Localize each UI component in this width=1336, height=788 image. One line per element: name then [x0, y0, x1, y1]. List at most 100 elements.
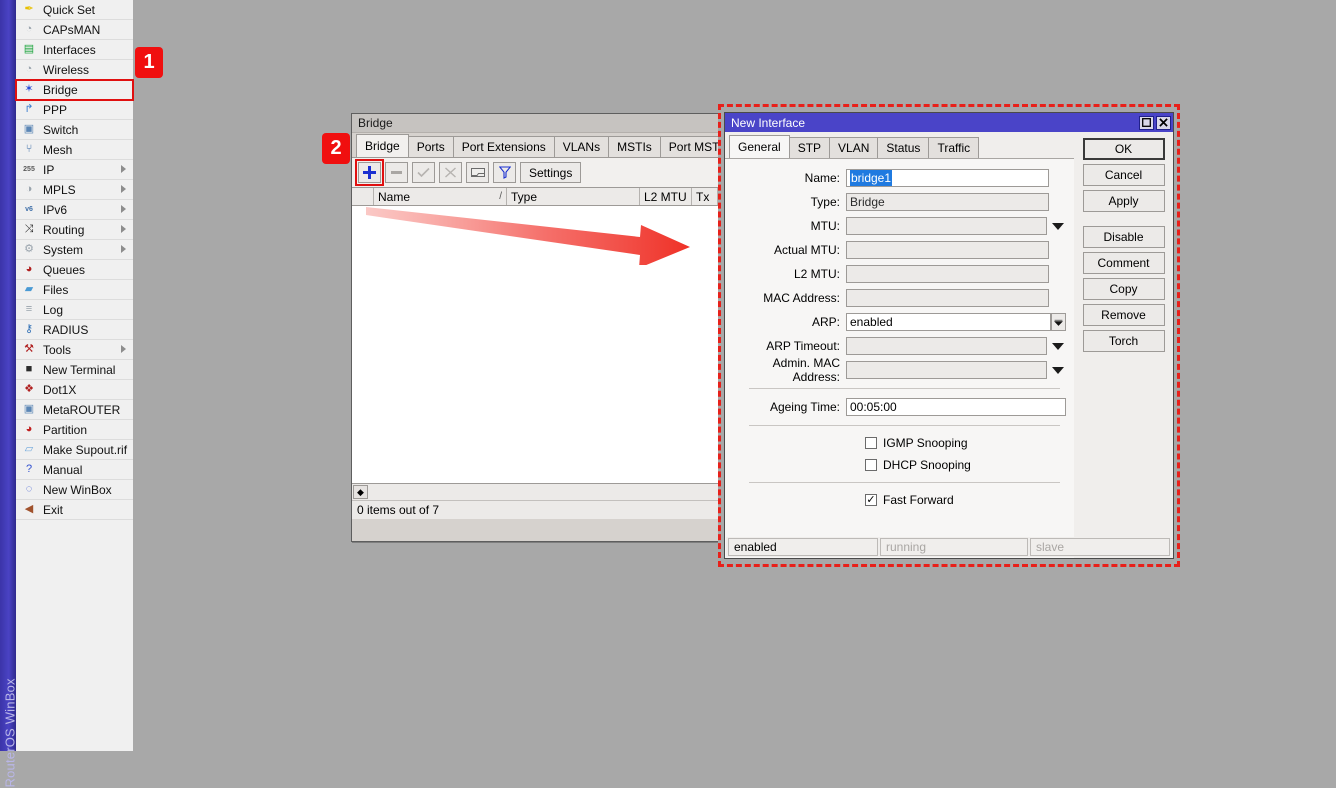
switch-icon: ▣ — [21, 122, 37, 138]
sidebar-item-metarouter[interactable]: ▣MetaROUTER — [16, 400, 133, 420]
sidebar-item-system[interactable]: ⚙System — [16, 240, 133, 260]
mtu-input[interactable] — [846, 217, 1047, 235]
sidebar-item-quick-set[interactable]: ✒Quick Set — [16, 0, 133, 20]
sidebar-item-wireless[interactable]: ◔Wireless — [16, 60, 133, 80]
bridge-settings-button[interactable]: Settings — [520, 162, 581, 183]
bridge-tab-vlans[interactable]: VLANs — [554, 136, 609, 157]
comment-bridge-button[interactable] — [466, 162, 489, 183]
annotation-badge-1: 1 — [135, 47, 163, 78]
bridge-horizontal-scrollbar[interactable]: ◆ — [352, 484, 718, 501]
sidebar-item-capsman[interactable]: ◔CAPsMAN — [16, 20, 133, 40]
sidebar-item-interfaces[interactable]: ▤Interfaces — [16, 40, 133, 60]
sidebar-item-label: PPP — [43, 103, 67, 117]
dialog-tab-vlan[interactable]: VLAN — [829, 137, 878, 158]
sidebar-item-switch[interactable]: ▣Switch — [16, 120, 133, 140]
dialog-tab-general[interactable]: General — [729, 135, 790, 158]
mac-address-input[interactable] — [846, 289, 1049, 307]
bridge-item-count: 0 items out of 7 — [357, 503, 439, 517]
add-bridge-button[interactable] — [358, 162, 381, 183]
ageing-time-input[interactable]: 00:05:00 — [846, 398, 1066, 416]
remove-bridge-button[interactable] — [385, 162, 408, 183]
bridge-tab-port-extensions[interactable]: Port Extensions — [453, 136, 555, 157]
tools-icon: ⚒ — [21, 342, 37, 358]
sidebar-item-ppp[interactable]: ↱PPP — [16, 100, 133, 120]
arp-input[interactable]: enabled — [846, 313, 1051, 331]
dialog-tab-traffic[interactable]: Traffic — [928, 137, 979, 158]
arp-timeout-dropdown-arrow-icon[interactable] — [1052, 343, 1064, 350]
bridge-column-l2-mtu[interactable]: L2 MTU — [640, 188, 692, 205]
dhcp-snooping-checkbox[interactable] — [865, 459, 877, 471]
sidebar-item-mpls[interactable]: ◑MPLS — [16, 180, 133, 200]
bridge-tab-port-mst-overrides[interactable]: Port MST Overrides — [660, 136, 719, 157]
maximize-icon[interactable] — [1139, 116, 1154, 130]
close-icon[interactable] — [1156, 116, 1171, 130]
sidebar-item-new-winbox[interactable]: ◌New WinBox — [16, 480, 133, 500]
arp-dropdown-button[interactable] — [1051, 313, 1066, 331]
dialog-form: Name:bridge1Type:BridgeMTU:Actual MTU:L2… — [725, 158, 1074, 559]
dialog-titlebar[interactable]: New Interface — [725, 113, 1173, 132]
sidebar-item-partition[interactable]: ◕Partition — [16, 420, 133, 440]
admin-mac-address-label: Admin. MAC Address: — [725, 356, 846, 384]
mtu-label: MTU: — [725, 219, 846, 233]
torch-button[interactable]: Torch — [1083, 330, 1165, 352]
sidebar-item-mesh[interactable]: ⑂Mesh — [16, 140, 133, 160]
cross-icon — [444, 167, 457, 178]
sidebar-item-tools[interactable]: ⚒Tools — [16, 340, 133, 360]
sidebar-item-files[interactable]: ▰Files — [16, 280, 133, 300]
dialog-tab-status[interactable]: Status — [877, 137, 929, 158]
sidebar-item-radius[interactable]: ⚷RADIUS — [16, 320, 133, 340]
sidebar-item-exit[interactable]: ◀Exit — [16, 500, 133, 520]
l2-mtu-label: L2 MTU: — [725, 267, 846, 281]
admin-mac-address-input[interactable] — [846, 361, 1047, 379]
ok-button[interactable]: OK — [1083, 138, 1165, 160]
fast-forward-checkbox[interactable]: ✓ — [865, 494, 877, 506]
bridge-tab-ports[interactable]: Ports — [408, 136, 454, 157]
sidebar-item-ipv6[interactable]: v6IPv6 — [16, 200, 133, 220]
type-input[interactable]: Bridge — [846, 193, 1049, 211]
bridge-tab-mstis[interactable]: MSTIs — [608, 136, 661, 157]
igmp-snooping-checkbox[interactable] — [865, 437, 877, 449]
sidebar-item-new-terminal[interactable]: ■New Terminal — [16, 360, 133, 380]
sidebar-item-ip[interactable]: 255IP — [16, 160, 133, 180]
dhcp-snooping-row[interactable]: DHCP Snooping — [725, 455, 1074, 475]
sidebar-item-queues[interactable]: ◕Queues — [16, 260, 133, 280]
admin-mac-address-dropdown-arrow-icon[interactable] — [1052, 367, 1064, 374]
sidebar-item-log[interactable]: ≡Log — [16, 300, 133, 320]
sidebar-item-manual[interactable]: ?Manual — [16, 460, 133, 480]
dialog-tab-stp[interactable]: STP — [789, 137, 830, 158]
copy-button[interactable]: Copy — [1083, 278, 1165, 300]
cancel-button[interactable]: Cancel — [1083, 164, 1165, 186]
arp-timeout-input[interactable] — [846, 337, 1047, 355]
status-cell-running: running — [880, 538, 1028, 556]
bridge-tab-bridge[interactable]: Bridge — [356, 134, 409, 157]
disable-bridge-button[interactable] — [439, 162, 462, 183]
type-row: Type:Bridge — [725, 191, 1074, 213]
mtu-dropdown-arrow-icon[interactable] — [1052, 223, 1064, 230]
bridge-column-selector[interactable] — [352, 188, 374, 205]
bridge-column-tx[interactable]: Tx — [692, 188, 718, 205]
enable-bridge-button[interactable] — [412, 162, 435, 183]
apply-button[interactable]: Apply — [1083, 190, 1165, 212]
scroll-left-icon[interactable]: ◆ — [353, 485, 368, 499]
igmp-snooping-row[interactable]: IGMP Snooping — [725, 433, 1074, 453]
sidebar-item-make-supout-rif[interactable]: ▱Make Supout.rif — [16, 440, 133, 460]
fast-forward-row[interactable]: ✓Fast Forward — [725, 490, 1074, 510]
name-control: bridge1 — [846, 169, 1066, 187]
bridge-column-type[interactable]: Type — [507, 188, 640, 205]
sidebar-item-routing[interactable]: ⤨Routing — [16, 220, 133, 240]
filter-bridge-button[interactable] — [493, 162, 516, 183]
bridge-status-bar: 0 items out of 7 — [352, 501, 718, 519]
disable-button[interactable]: Disable — [1083, 226, 1165, 248]
remove-button[interactable]: Remove — [1083, 304, 1165, 326]
bridge-table-body[interactable] — [352, 206, 718, 484]
name-input[interactable]: bridge1 — [846, 169, 1049, 187]
comment-button[interactable]: Comment — [1083, 252, 1165, 274]
l2-mtu-input[interactable] — [846, 265, 1049, 283]
actual-mtu-input[interactable] — [846, 241, 1049, 259]
nic-card-icon: ▤ — [21, 42, 37, 58]
bridge-window-titlebar[interactable]: Bridge — [352, 114, 718, 133]
sidebar-item-label: MPLS — [43, 183, 76, 197]
sidebar-item-bridge[interactable]: ✶Bridge — [16, 80, 133, 100]
sidebar-item-dot1x[interactable]: ❖Dot1X — [16, 380, 133, 400]
bridge-column-name[interactable]: Name/ — [374, 188, 507, 205]
